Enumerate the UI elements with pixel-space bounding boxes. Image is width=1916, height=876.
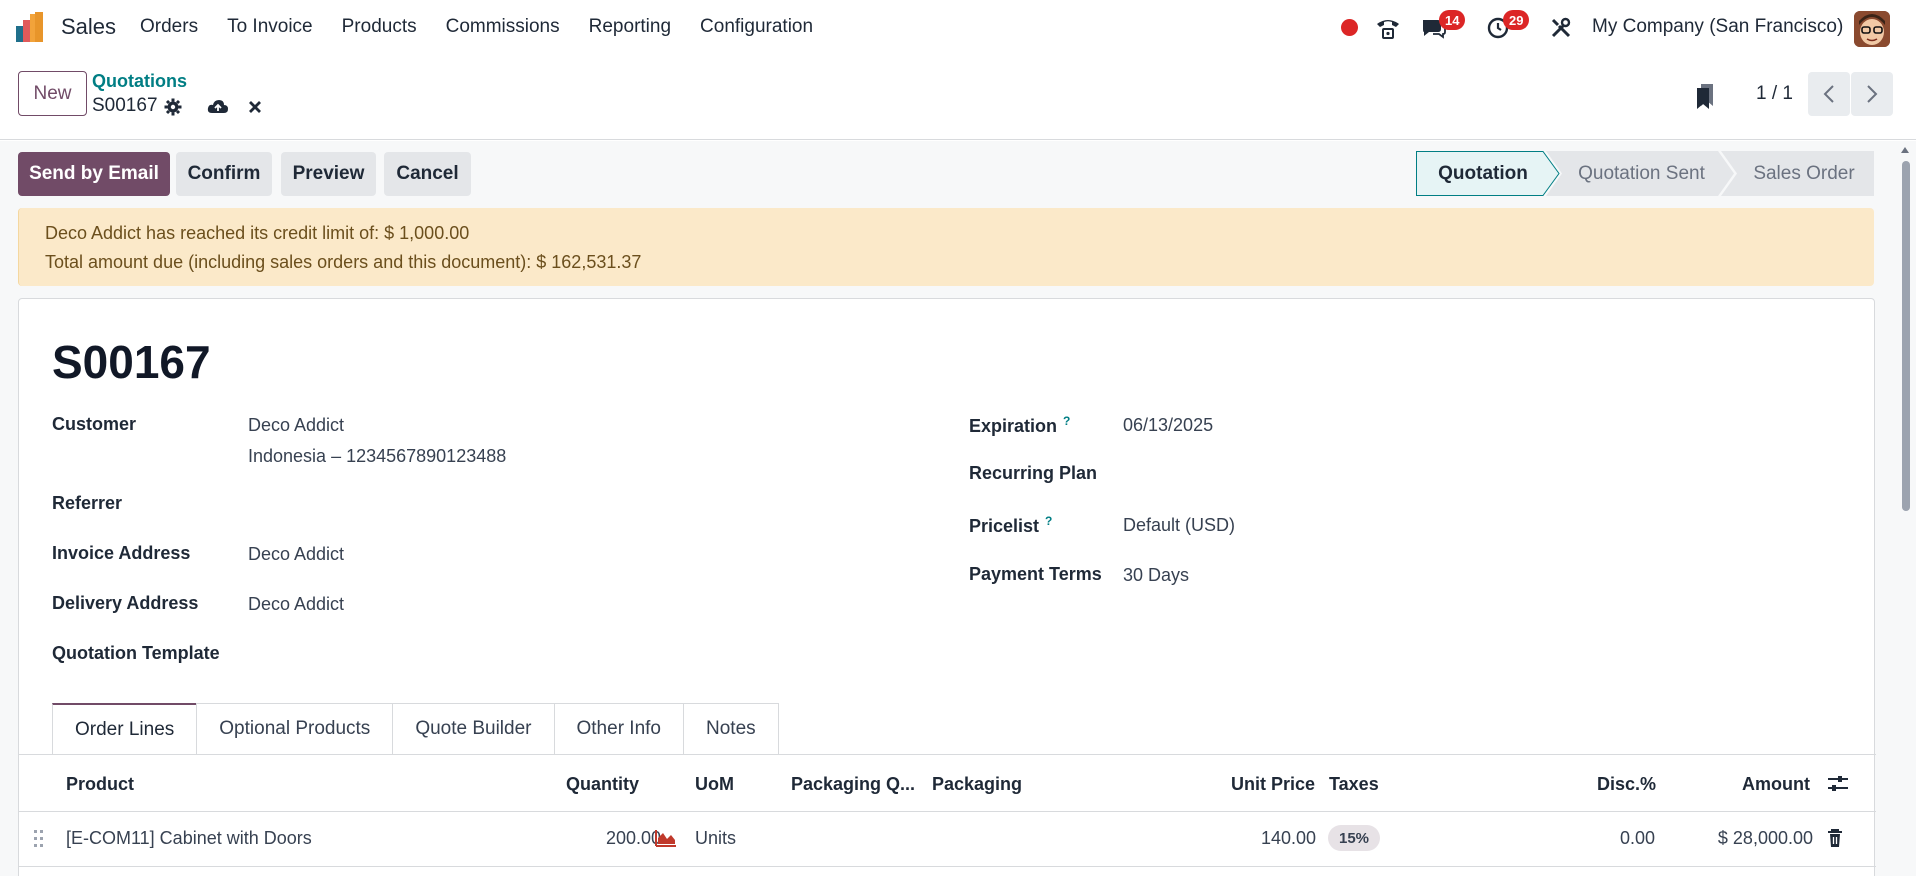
stage-quotation-sent[interactable]: Quotation Sent (1559, 151, 1724, 196)
send-by-email-button[interactable]: Send by Email (18, 152, 170, 196)
company-switcher[interactable]: My Company (San Francisco) (1592, 16, 1843, 38)
recurring-plan-label: Recurring Plan (969, 463, 1098, 483)
column-header-taxes[interactable]: Taxes (1329, 774, 1379, 795)
tab-notes[interactable]: Notes (683, 703, 779, 754)
column-header-uom[interactable]: UoM (695, 774, 734, 795)
breadcrumb-current-record: S00167 (92, 95, 158, 116)
scrollbar-thumb[interactable] (1902, 161, 1910, 511)
row-discount[interactable]: 0.00 (1559, 828, 1655, 849)
pager-previous-button[interactable] (1808, 72, 1850, 116)
tab-order-lines[interactable]: Order Lines (52, 703, 198, 755)
customer-address-detail: Indonesia – 1234567890123488 (248, 446, 507, 466)
menu-reporting[interactable]: Reporting (589, 16, 671, 38)
invoice-address-label: Invoice Address (52, 543, 191, 563)
column-header-unit-price[interactable]: Unit Price (1231, 774, 1315, 795)
breadcrumb-quotations-link[interactable]: Quotations (92, 71, 187, 92)
main-menu: Orders To Invoice Products Commissions R… (140, 16, 842, 38)
user-avatar[interactable] (1854, 11, 1890, 47)
table-row-divider (19, 866, 1876, 867)
phone-icon[interactable] (1374, 14, 1402, 42)
sales-app-icon[interactable] (16, 12, 46, 42)
row-unit-price[interactable]: 140.00 (1219, 828, 1316, 849)
menu-products[interactable]: Products (342, 16, 417, 38)
debug-tools-icon[interactable] (1547, 14, 1575, 42)
menu-configuration[interactable]: Configuration (700, 16, 813, 38)
customer-field[interactable]: Deco Addict (248, 415, 344, 436)
messages-badge: 14 (1439, 10, 1466, 30)
table-header-divider (19, 811, 1876, 812)
stage-sales-order[interactable]: Sales Order (1734, 151, 1874, 196)
forecast-chart-icon[interactable] (655, 829, 677, 852)
invoice-address-field[interactable]: Deco Addict (248, 544, 344, 565)
menu-orders[interactable]: Orders (140, 16, 198, 38)
customer-label: Customer (52, 414, 137, 434)
quotation-template-label: Quotation Template (52, 643, 220, 663)
column-header-product[interactable]: Product (66, 774, 134, 795)
delivery-address-label: Delivery Address (52, 593, 199, 613)
activities-badge: 29 (1503, 10, 1530, 30)
menu-commissions[interactable]: Commissions (446, 16, 560, 38)
control-panel: New Quotations S00167 1 / 1 (0, 56, 1916, 140)
preview-button[interactable]: Preview (281, 152, 376, 196)
column-header-discount[interactable]: Disc.% (1597, 774, 1656, 795)
delivery-address-field[interactable]: Deco Addict (248, 594, 344, 615)
tab-other-info[interactable]: Other Info (553, 703, 684, 754)
credit-limit-alert: Deco Addict has reached its credit limit… (18, 208, 1874, 286)
pricelist-label: Pricelist? (969, 514, 1053, 536)
row-amount: $ 28,000.00 (1717, 828, 1813, 848)
pricelist-field[interactable]: Default (USD) (1123, 515, 1235, 536)
tab-quote-builder[interactable]: Quote Builder (392, 703, 555, 754)
column-header-packaging-qty[interactable]: Packaging Q... (791, 774, 915, 795)
expiration-help-icon[interactable]: ? (1063, 414, 1070, 428)
tabs-divider (19, 754, 1876, 755)
save-cloud-icon[interactable] (207, 96, 229, 118)
tab-optional-products[interactable]: Optional Products (196, 703, 394, 754)
bookmark-icon[interactable] (1695, 82, 1717, 110)
menu-to-invoice[interactable]: To Invoice (227, 16, 313, 38)
payment-terms-label: Payment Terms (969, 564, 1102, 584)
row-uom[interactable]: Units (695, 828, 736, 849)
cancel-button[interactable]: Cancel (384, 152, 471, 196)
discard-close-icon[interactable] (244, 96, 266, 118)
delete-row-trash-icon[interactable] (1827, 828, 1843, 853)
alert-total-due-text: Total amount due (including sales orders… (45, 252, 642, 272)
expiration-label: Expiration? (969, 414, 1071, 436)
alert-credit-limit-text: Deco Addict has reached its credit limit… (45, 223, 470, 243)
row-tax-tag[interactable]: 15% (1328, 825, 1381, 851)
stage-quotation[interactable]: Quotation (1416, 151, 1550, 196)
pricelist-help-icon[interactable]: ? (1045, 514, 1052, 528)
top-navbar: Sales Orders To Invoice Products Commiss… (0, 0, 1916, 56)
expiration-field[interactable]: 06/13/2025 (1123, 415, 1213, 436)
row-product[interactable]: [E-COM11] Cabinet with Doors (66, 828, 312, 849)
notebook-tabs: Order Lines Optional Products Quote Buil… (52, 703, 779, 755)
optional-columns-toggle-icon[interactable] (1827, 773, 1849, 800)
column-header-amount[interactable]: Amount (1742, 774, 1810, 795)
row-quantity[interactable]: 200.00 (586, 828, 661, 849)
payment-terms-field[interactable]: 30 Days (1123, 565, 1189, 586)
gear-icon[interactable] (162, 96, 184, 118)
confirm-button[interactable]: Confirm (176, 152, 272, 196)
new-button[interactable]: New (18, 71, 87, 116)
recording-indicator-icon[interactable] (1341, 19, 1358, 36)
referrer-label: Referrer (52, 493, 123, 513)
form-sheet: S00167 Customer Deco Addict Indonesia – … (18, 298, 1876, 876)
pager-value[interactable]: 1 / 1 (1756, 83, 1793, 105)
pager-next-button[interactable] (1851, 72, 1893, 116)
page-title: S00167 (52, 336, 211, 388)
row-drag-handle-icon[interactable] (33, 829, 45, 854)
column-header-packaging[interactable]: Packaging (932, 774, 1022, 795)
column-header-quantity[interactable]: Quantity (566, 774, 639, 795)
app-name[interactable]: Sales (61, 14, 116, 40)
